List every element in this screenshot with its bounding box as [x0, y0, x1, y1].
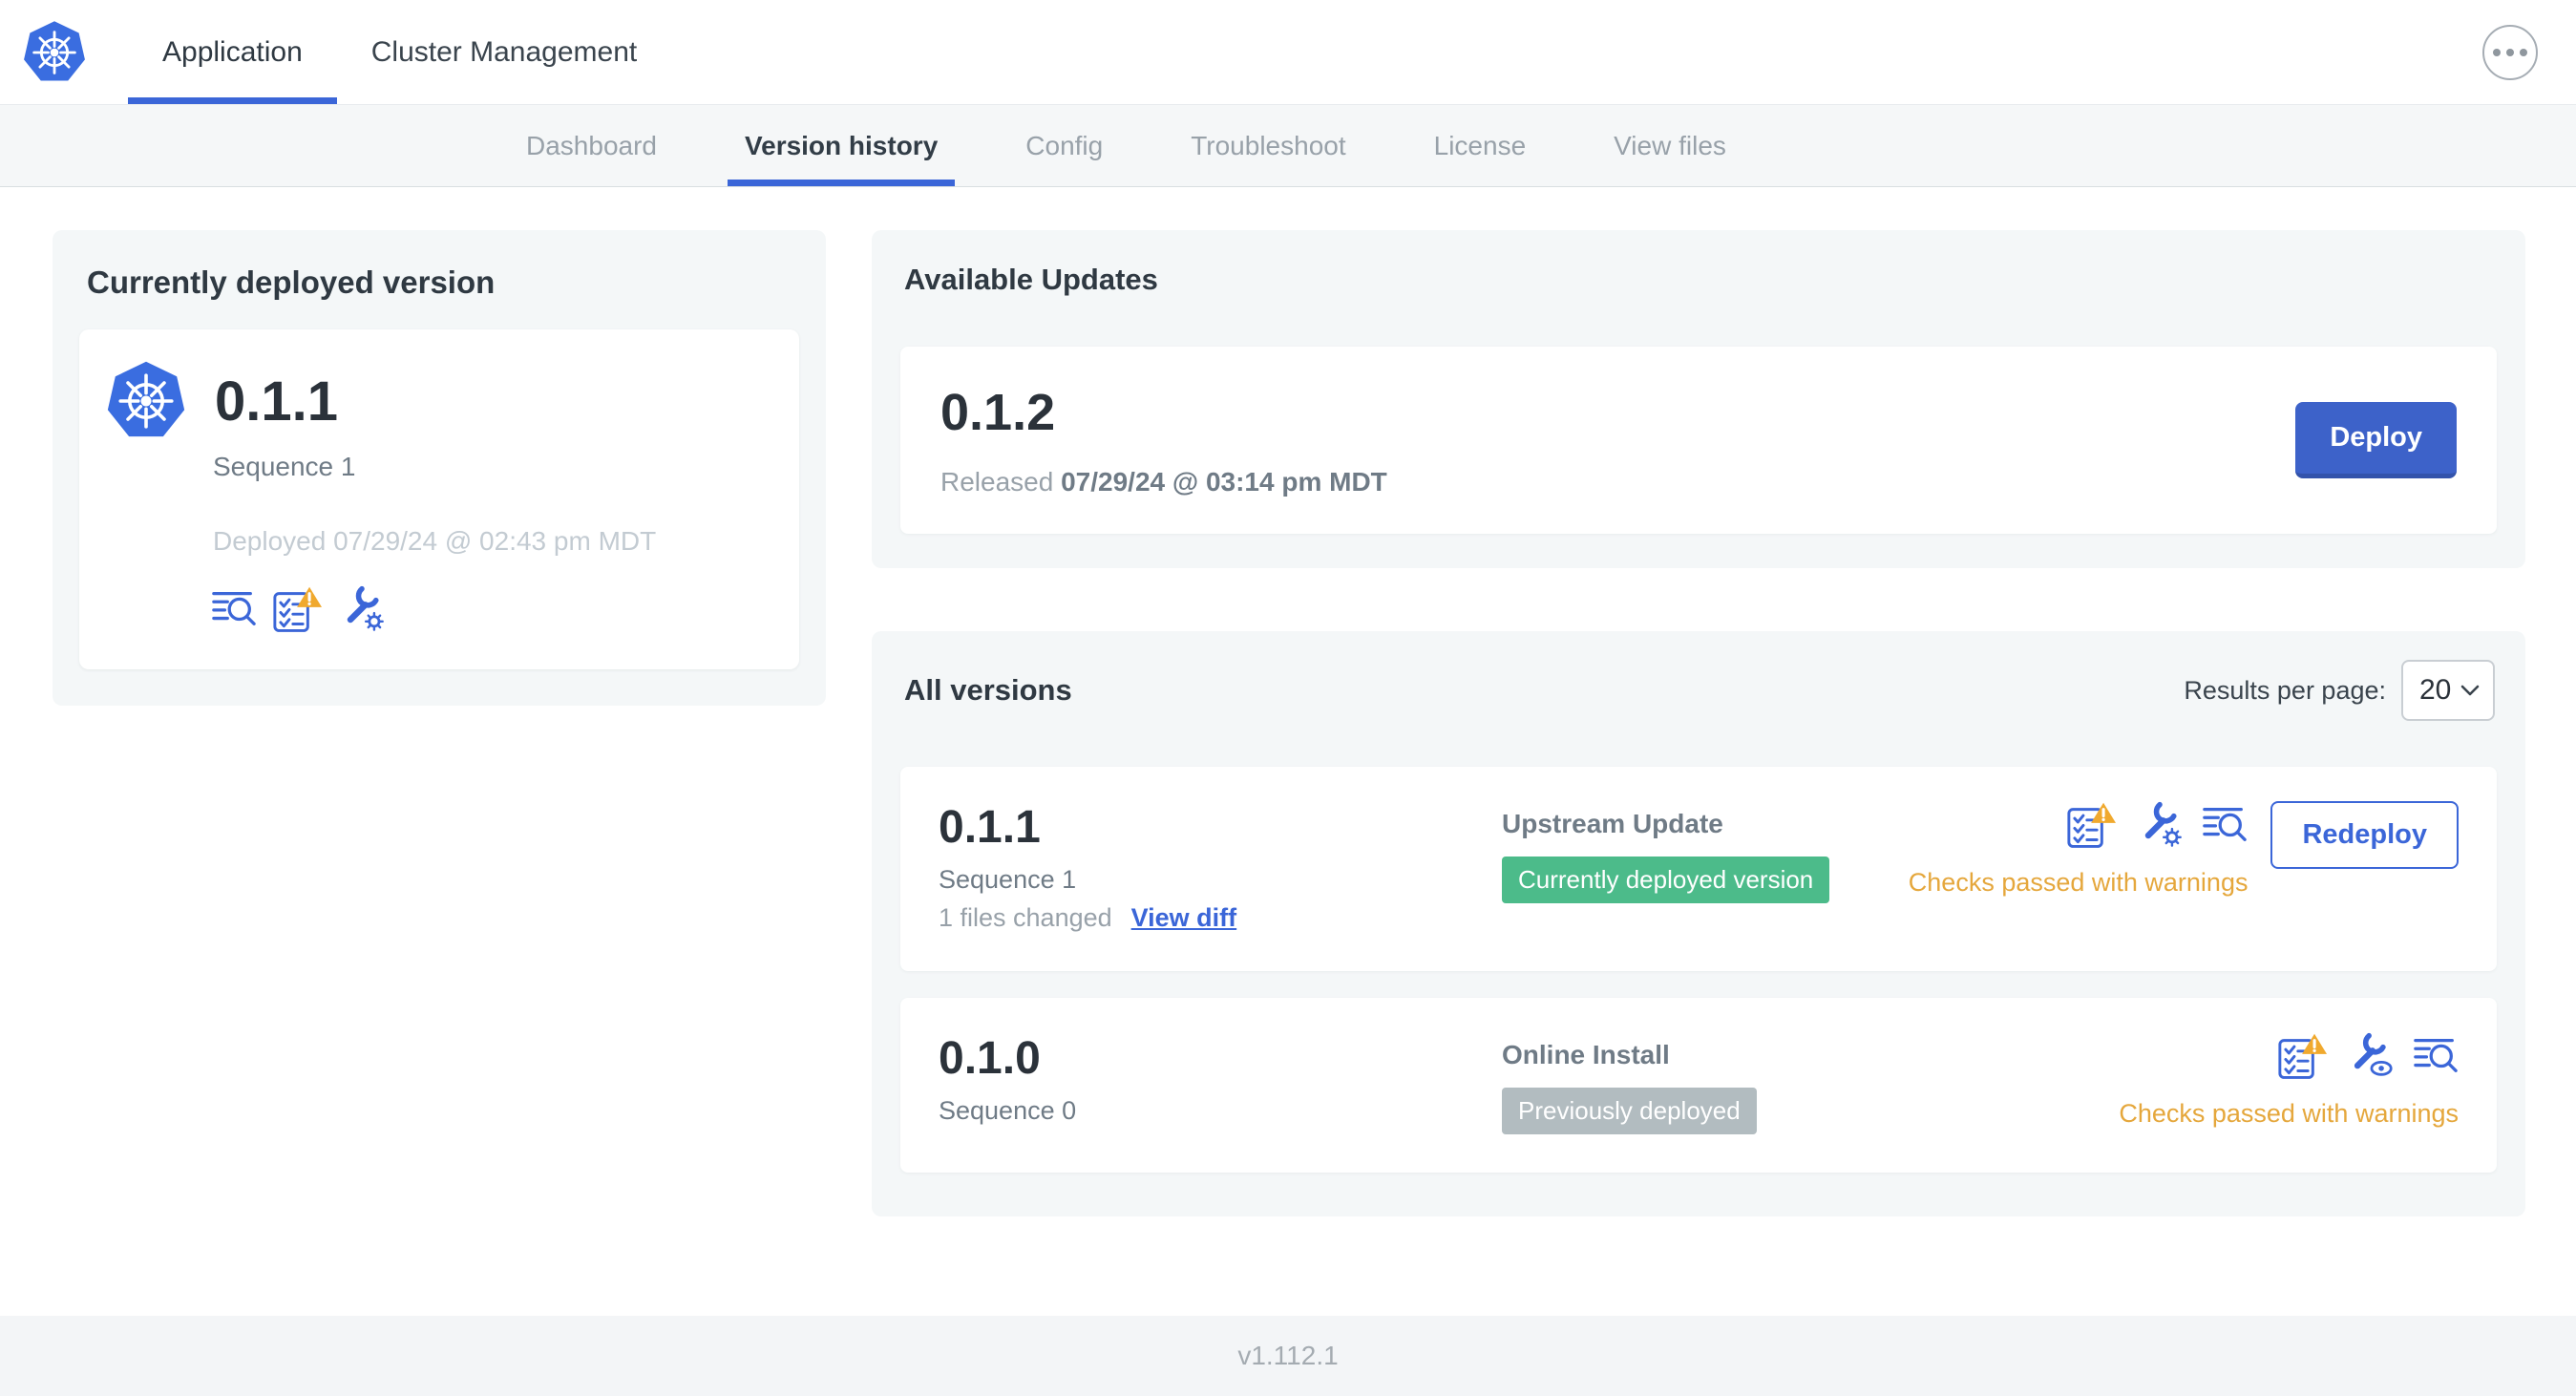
results-per-page-select[interactable]: 20	[2401, 660, 2495, 721]
deployed-sequence-label: Sequence 1	[213, 452, 356, 481]
preflight-checks-warning-icon[interactable]	[2277, 1032, 2329, 1080]
tab-cluster-management[interactable]: Cluster Management	[337, 0, 671, 104]
version-row: 0.1.1 Sequence 1 1 files changed View di…	[900, 767, 2497, 971]
view-diff-link[interactable]: View diff	[1131, 903, 1237, 933]
currently-deployed-title: Currently deployed version	[87, 264, 496, 300]
redeploy-button[interactable]: Redeploy	[2270, 801, 2459, 869]
deploy-logs-icon[interactable]	[2202, 801, 2248, 847]
update-released-timestamp: Released 07/29/24 @ 03:14 pm MDT	[940, 467, 1387, 497]
top-nav: Application Cluster Management	[0, 0, 2576, 105]
deploy-button[interactable]: Deploy	[2295, 402, 2457, 478]
status-badge: Currently deployed version	[1502, 857, 1830, 903]
available-updates-panel: Available Updates 0.1.2 Released 07/29/2…	[872, 230, 2525, 568]
edit-config-icon[interactable]	[2137, 801, 2183, 847]
row-version-label: 0.1.0	[939, 1033, 1041, 1084]
row-sequence-label: Sequence 0	[939, 1096, 1077, 1125]
kubernetes-logo-icon	[21, 19, 88, 86]
chevron-down-icon	[2460, 685, 2480, 695]
row-source-label: Upstream Update	[1502, 809, 1723, 838]
app-subnav: Dashboard Version history Config Trouble…	[0, 105, 2576, 187]
row-files-changed-label: 1 files changed	[939, 903, 1112, 932]
console-version-label: v1.112.1	[1237, 1341, 1339, 1370]
checks-status-text: Checks passed with warnings	[1908, 868, 2249, 897]
tab-troubleshoot[interactable]: Troubleshoot	[1147, 105, 1389, 186]
all-versions-title: All versions	[904, 673, 1072, 707]
currently-deployed-card: 0.1.1 Sequence 1 Deployed 07/29/24 @ 02:…	[79, 329, 799, 669]
ellipsis-icon	[2493, 48, 2501, 56]
tab-application[interactable]: Application	[128, 0, 337, 104]
tab-dashboard[interactable]: Dashboard	[482, 105, 701, 186]
available-updates-title: Available Updates	[904, 263, 1158, 296]
checks-status-text: Checks passed with warnings	[2119, 1099, 2459, 1128]
version-row: 0.1.0 Sequence 0 Online Install Previous…	[900, 998, 2497, 1173]
all-versions-panel: All versions Results per page: 20 0.1.1 …	[872, 631, 2525, 1216]
row-version-label: 0.1.1	[939, 802, 1041, 853]
deploy-logs-icon[interactable]	[2413, 1032, 2459, 1078]
update-version-label: 0.1.2	[940, 384, 1056, 441]
view-config-icon[interactable]	[2348, 1032, 2394, 1078]
tab-license[interactable]: License	[1390, 105, 1571, 186]
deploy-logs-icon[interactable]	[211, 585, 257, 631]
main-content: Currently deployed version 0.1.1 Sequenc…	[0, 187, 2576, 1316]
available-update-card: 0.1.2 Released 07/29/24 @ 03:14 pm MDT D…	[900, 347, 2497, 534]
deployed-version-actions	[211, 585, 772, 633]
deployed-timestamp: Deployed 07/29/24 @ 02:43 pm MDT	[213, 526, 657, 556]
preflight-checks-warning-icon[interactable]	[2066, 801, 2118, 849]
tab-config[interactable]: Config	[982, 105, 1147, 186]
currently-deployed-panel: Currently deployed version 0.1.1 Sequenc…	[53, 230, 826, 706]
overflow-menu-button[interactable]	[2482, 24, 2538, 80]
row-sequence-label: Sequence 1	[939, 865, 1077, 894]
edit-config-icon[interactable]	[339, 585, 385, 631]
deployed-version-label: 0.1.1	[215, 370, 338, 433]
preflight-checks-warning-icon[interactable]	[272, 585, 324, 633]
app-tabs: Application Cluster Management	[128, 0, 671, 104]
tab-version-history[interactable]: Version history	[701, 105, 982, 186]
kubernetes-app-icon	[104, 358, 188, 444]
row-source-label: Online Install	[1502, 1040, 1670, 1069]
tab-view-files[interactable]: View files	[1570, 105, 1770, 186]
results-per-page-label: Results per page:	[2184, 675, 2386, 705]
app-footer: v1.112.1	[0, 1316, 2576, 1396]
status-badge: Previously deployed	[1502, 1088, 1757, 1134]
